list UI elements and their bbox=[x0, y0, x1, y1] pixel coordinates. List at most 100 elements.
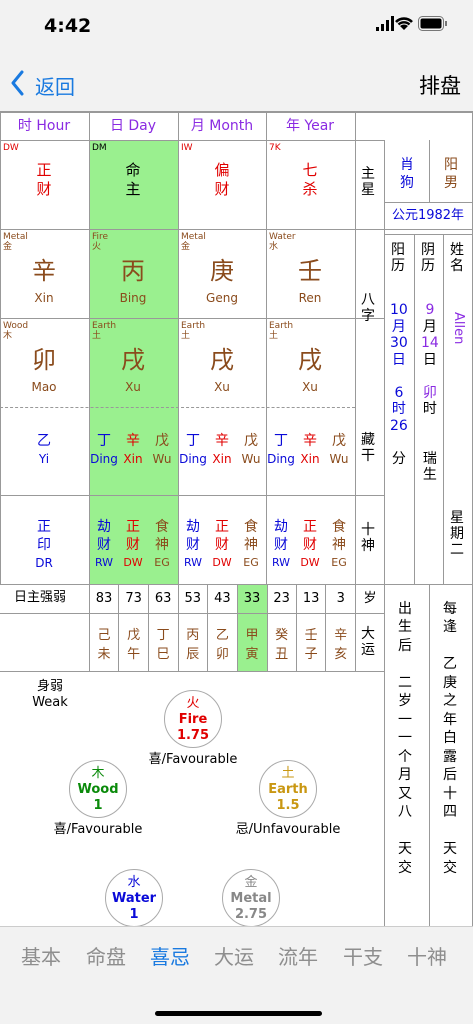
luck-pillar: 辰 bbox=[186, 647, 200, 662]
element-zh: 木 bbox=[91, 766, 105, 781]
shishen-char: 杀 bbox=[302, 180, 318, 198]
element-circle: 木 Wood 1 bbox=[69, 760, 127, 818]
tab-favourable[interactable]: 喜忌 bbox=[150, 941, 190, 970]
hidden-stem: 戊 bbox=[244, 433, 258, 449]
grid-line bbox=[296, 584, 297, 671]
hidden-stem-pinyin: Wu bbox=[152, 452, 172, 466]
name-label: 姓名 bbox=[450, 242, 464, 275]
grid-line bbox=[0, 112, 1, 584]
element-zh: 土 bbox=[281, 766, 295, 781]
hidden-stem-pinyin: Wu bbox=[329, 452, 349, 466]
element-note: 喜/Favourable bbox=[53, 822, 143, 837]
tengod: 财 bbox=[303, 537, 317, 553]
tengod: 神 bbox=[244, 537, 258, 553]
element-label: 土 bbox=[181, 331, 191, 341]
hidden-stem: 辛 bbox=[215, 433, 229, 449]
pillar-pinyin: Geng bbox=[206, 291, 238, 305]
luck-age: 23 bbox=[273, 591, 290, 606]
grid-line bbox=[267, 584, 268, 671]
element-label: Fire bbox=[92, 232, 109, 242]
luck-pillar: 午 bbox=[127, 647, 141, 662]
element-value: 1 bbox=[129, 907, 139, 922]
shishen-char: 财 bbox=[36, 180, 52, 198]
label-canggan: 藏干 bbox=[361, 432, 375, 465]
tengod: 正 bbox=[303, 519, 317, 535]
grid-line bbox=[0, 318, 384, 319]
grid-line bbox=[0, 229, 472, 230]
luck-age: 83 bbox=[95, 591, 113, 606]
luck-pillar: 戊 bbox=[127, 628, 141, 643]
strength-zh: 身弱 bbox=[36, 679, 64, 694]
strength-label: 日主强弱 bbox=[14, 590, 67, 605]
pillar-char: 壬 bbox=[298, 257, 322, 285]
tab-bar: 基本 命盘 喜忌 大运 流年 干支 十神 bbox=[0, 926, 473, 1024]
shishen-code: DW bbox=[3, 143, 19, 153]
pillar-pinyin: Xu bbox=[125, 380, 141, 394]
weekday: 星期二 bbox=[450, 510, 464, 559]
pillar-char: 辛 bbox=[32, 257, 56, 285]
solar-label: 阳历 bbox=[391, 242, 405, 275]
element-en: Water bbox=[111, 891, 157, 906]
lunar-label: 阴历 bbox=[421, 242, 435, 275]
grid-line bbox=[443, 234, 444, 584]
element-zh: 火 bbox=[186, 696, 200, 711]
luck-age: 43 bbox=[214, 591, 231, 606]
tab-luck[interactable]: 大运 bbox=[214, 941, 254, 970]
tengod: 劫 bbox=[186, 519, 200, 535]
luck-pillar: 巳 bbox=[156, 647, 170, 662]
element-circle: 土 Earth 1.5 bbox=[259, 760, 317, 818]
luck-pillar: 丑 bbox=[275, 647, 289, 662]
tengod: 正 bbox=[126, 519, 140, 535]
luck-pillar: 丁 bbox=[156, 628, 170, 643]
hidden-stem-pinyin: Ding bbox=[90, 452, 118, 466]
hidden-stem: 丁 bbox=[274, 433, 288, 449]
pillar-char: 戌 bbox=[210, 346, 234, 374]
element-label: 土 bbox=[92, 331, 102, 341]
wifi-icon bbox=[395, 17, 413, 30]
hidden-stem: 辛 bbox=[303, 433, 317, 449]
header-day: 日 Day bbox=[109, 118, 157, 134]
hidden-stem: 乙 bbox=[37, 433, 51, 449]
element-label: 木 bbox=[3, 331, 13, 341]
tengod-en: EG bbox=[243, 556, 259, 569]
pillar-pinyin: Xin bbox=[34, 291, 54, 305]
luck-pillar: 亥 bbox=[334, 647, 348, 662]
hidden-stem: 丁 bbox=[97, 433, 111, 449]
pillar-char: 丙 bbox=[121, 257, 145, 285]
element-circle: 金 Metal 2.75 bbox=[222, 869, 280, 926]
grid-line bbox=[89, 584, 90, 671]
element-label: Wood bbox=[3, 321, 29, 331]
element-value: 1.75 bbox=[176, 728, 210, 743]
tengod: 食 bbox=[155, 519, 169, 535]
element-label: Metal bbox=[3, 232, 28, 242]
element-label: Earth bbox=[92, 321, 117, 331]
tengod-en: DW bbox=[300, 556, 320, 569]
tab-chart[interactable]: 命盘 bbox=[86, 941, 126, 970]
tab-ganzhi[interactable]: 干支 bbox=[343, 941, 383, 970]
hidden-stem-pinyin: Xin bbox=[212, 452, 232, 466]
zodiac-gender: 男 bbox=[444, 175, 458, 191]
pillar-char: 卯 bbox=[32, 346, 56, 374]
hidden-stem: 丁 bbox=[186, 433, 200, 449]
pillar-pinyin: Xu bbox=[302, 380, 318, 394]
pillar-pinyin: Bing bbox=[119, 291, 147, 305]
tengod: 财 bbox=[186, 537, 200, 553]
tengod-en: EG bbox=[154, 556, 170, 569]
element-label: Water bbox=[269, 232, 296, 242]
element-en: Metal bbox=[230, 891, 272, 906]
zodiac-animal: 狗 bbox=[400, 175, 414, 191]
grid-line bbox=[414, 234, 415, 584]
tab-annual[interactable]: 流年 bbox=[278, 941, 318, 970]
element-note: 忌/Unfavourable bbox=[235, 822, 341, 837]
element-label: Earth bbox=[181, 321, 206, 331]
solar-date: 10 月 30 日 6 时 26 分 bbox=[390, 302, 408, 467]
shishen-char: 偏 bbox=[214, 161, 230, 179]
back-button[interactable]: 返回 bbox=[8, 68, 88, 99]
header-year: 年 Year bbox=[285, 118, 335, 134]
grid-line bbox=[266, 112, 267, 584]
tengod: 正 bbox=[215, 519, 229, 535]
label-dayun: 大运 bbox=[361, 626, 375, 659]
tab-basic[interactable]: 基本 bbox=[21, 941, 61, 970]
tab-tengods[interactable]: 十神 bbox=[407, 941, 447, 970]
grid-line bbox=[207, 584, 208, 671]
